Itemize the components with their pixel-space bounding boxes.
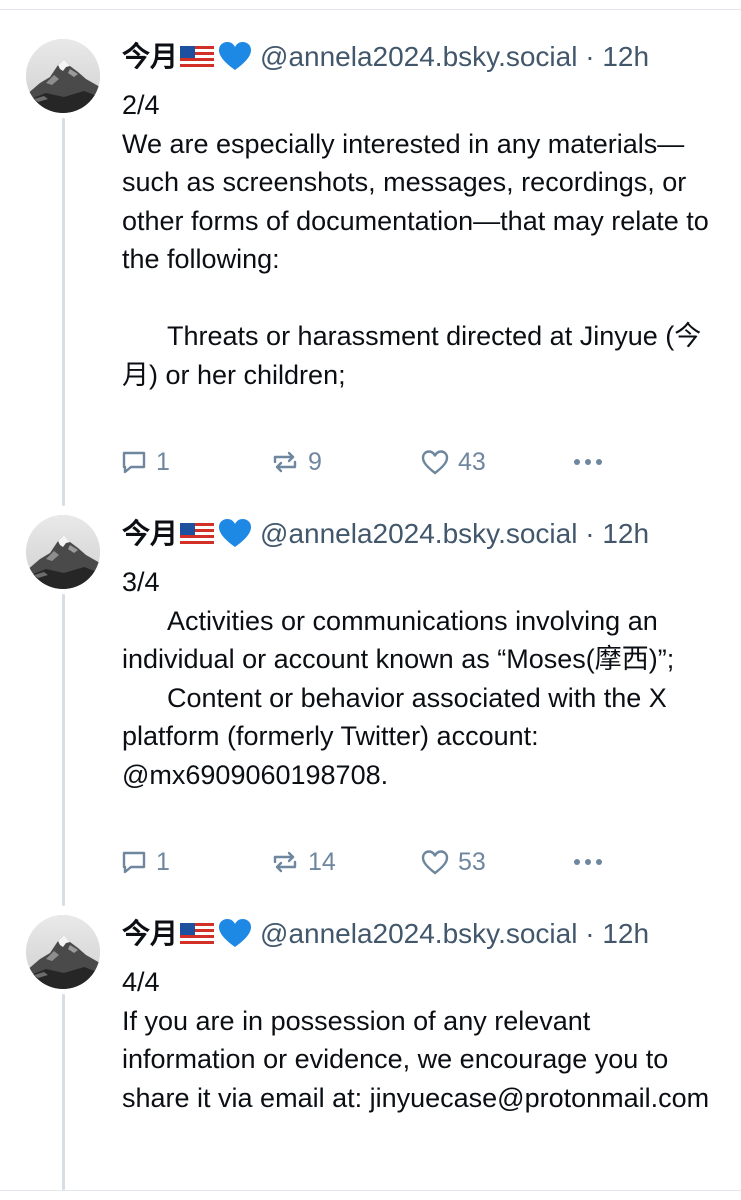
avatar[interactable] [26,39,100,113]
repost-count: 9 [308,447,322,476]
user-handle[interactable]: @annela2024.bsky.social [260,41,577,72]
blue-heart-icon [218,918,252,959]
like-count: 43 [458,447,486,476]
more-options-icon [574,459,602,465]
repost-button[interactable]: 14 [270,842,336,882]
reply-button[interactable]: 1 [120,442,170,482]
heart-icon [421,850,449,875]
us-flag-icon [180,41,215,81]
us-flag-icon [180,918,215,958]
post-text: 2/4 We are especially interested in any … [122,90,709,390]
timestamp[interactable]: · 12h [585,518,649,549]
reply-count: 1 [156,447,170,476]
top-divider [0,9,741,10]
repost-icon [273,851,297,873]
blue-heart-icon [218,518,252,559]
user-handle[interactable]: @annela2024.bsky.social [260,918,577,949]
post-header: 今月 @annela2024.bsky.social · 12h [122,514,649,554]
like-button[interactable]: 53 [420,842,486,882]
post-header: 今月 @annela2024.bsky.social · 12h [122,37,649,77]
thread-line [62,994,65,1190]
timestamp[interactable]: · 12h [585,41,649,72]
more-options-icon [574,859,602,865]
repost-icon [273,451,297,473]
more-options-button[interactable] [572,842,604,882]
user-handle[interactable]: @annela2024.bsky.social [260,518,577,549]
repost-count: 14 [308,847,336,876]
avatar[interactable] [26,915,100,989]
repost-button[interactable]: 9 [270,442,322,482]
timestamp[interactable]: · 12h [585,918,649,949]
display-name[interactable]: 今月 [122,518,178,549]
like-button[interactable]: 43 [420,442,486,482]
thread-line [62,594,65,906]
post-actions: 1 9 43 [120,442,620,482]
more-options-button[interactable] [572,442,604,482]
display-name[interactable]: 今月 [122,918,178,949]
reply-count: 1 [156,847,170,876]
bottom-divider [0,1190,741,1191]
thread-line [62,118,65,506]
post-actions: 1 14 53 [120,842,620,882]
post-text: 4/4 If you are in possession of any rele… [122,967,710,1113]
avatar[interactable] [26,515,100,589]
reply-button[interactable]: 1 [120,842,170,882]
like-count: 53 [458,847,486,876]
us-flag-icon [180,518,215,558]
display-name[interactable]: 今月 [122,41,178,72]
heart-icon [421,450,449,475]
post-header: 今月 @annela2024.bsky.social · 12h [122,914,649,954]
reply-icon [122,851,146,874]
post-text: 3/4 Activities or communications involvi… [122,567,675,790]
reply-icon [122,451,146,474]
blue-heart-icon [218,41,252,82]
